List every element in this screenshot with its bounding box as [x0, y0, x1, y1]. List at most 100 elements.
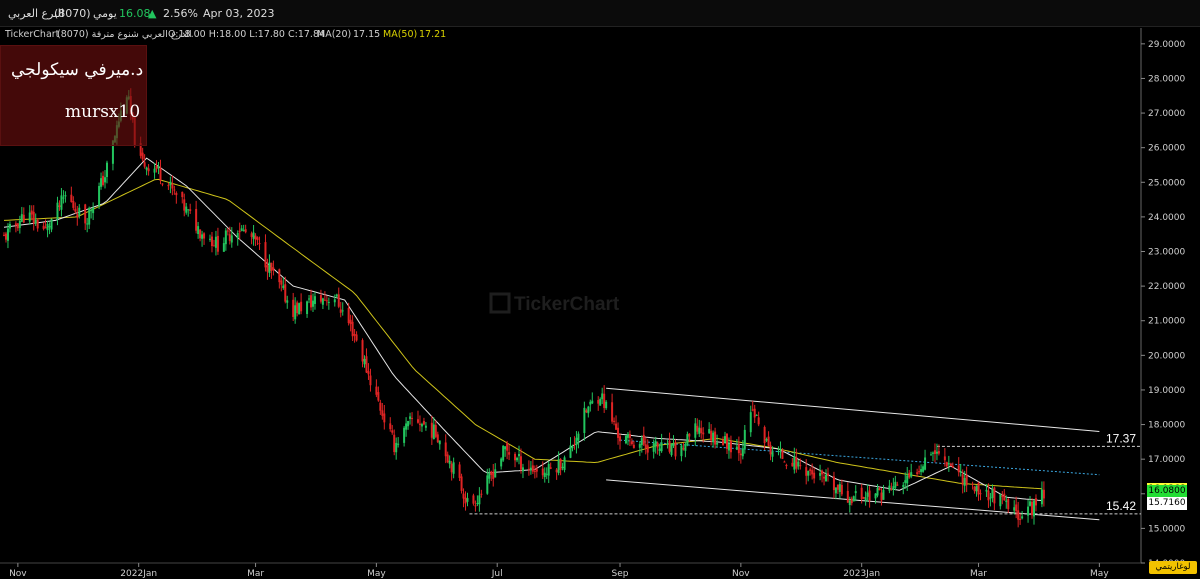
candle-body — [434, 425, 437, 437]
candle-body — [458, 464, 461, 478]
candle-body — [474, 505, 477, 507]
candle-body — [72, 200, 75, 208]
candle-body — [363, 358, 366, 365]
candle-body — [811, 470, 814, 475]
candle-body — [1003, 493, 1006, 501]
candle-body — [1033, 500, 1035, 517]
candle-body — [88, 207, 91, 225]
candle-body — [1013, 507, 1016, 511]
candle-body — [573, 444, 576, 446]
candle-body — [712, 432, 715, 442]
candle-body — [739, 453, 742, 456]
x-tick-label: Mar — [247, 569, 264, 579]
candle-body — [46, 223, 49, 231]
candle-body — [688, 433, 691, 437]
candle-body — [615, 423, 618, 430]
candle-body — [838, 484, 841, 492]
candle-body — [559, 458, 562, 470]
candle-body — [654, 441, 657, 446]
candle-body — [321, 298, 324, 305]
candle-body — [349, 319, 352, 325]
candle-body — [74, 208, 77, 212]
candle-body — [367, 371, 370, 375]
candle-body — [381, 410, 384, 416]
candle-body — [312, 300, 314, 307]
candle-body — [668, 440, 671, 452]
x-tick-label: 2023Jan — [843, 569, 880, 579]
candle-body — [416, 419, 419, 423]
candle-body — [397, 443, 400, 445]
candle-body — [700, 428, 703, 434]
candle-body — [365, 356, 368, 373]
candle-body — [6, 228, 9, 241]
candle-body — [888, 485, 891, 491]
candle-body — [1027, 506, 1030, 516]
candle-body — [230, 235, 233, 243]
candle-body — [519, 456, 522, 470]
candle-body — [896, 484, 899, 486]
candle-body — [767, 436, 770, 446]
candle-body — [624, 435, 627, 444]
candle-body — [250, 233, 253, 237]
candle-body — [589, 401, 592, 405]
candle-body — [284, 284, 287, 302]
candle-body — [791, 462, 794, 467]
candle-body — [947, 463, 950, 465]
y-tick-label: 17.0000 — [1148, 455, 1185, 465]
candle-body — [242, 230, 245, 232]
candle-body — [741, 448, 744, 457]
candle-body — [846, 490, 849, 503]
candle-body — [355, 334, 358, 341]
candle-body — [171, 183, 174, 189]
candle-body — [1005, 500, 1008, 503]
candle-body — [809, 469, 812, 472]
candle-body — [686, 434, 689, 446]
candle-body — [781, 450, 784, 459]
author-name: د.ميرفي سيكولجي — [11, 60, 144, 80]
candle-body — [727, 443, 730, 451]
candle-body — [44, 227, 47, 229]
candle-body — [646, 445, 649, 453]
candle-body — [347, 307, 350, 324]
candle-body — [500, 458, 503, 467]
candle-body — [448, 460, 451, 464]
candle-body — [86, 223, 89, 225]
candle-body — [452, 462, 455, 474]
price-chart[interactable]: TickerChart 29.0000 28.0000 27.0000 26.0000… — [0, 0, 1200, 579]
log-scale-button[interactable]: لوغاريتمي — [1149, 561, 1197, 574]
candle-body — [825, 474, 828, 482]
x-tick-label: Jul — [491, 569, 503, 579]
candle-body — [56, 202, 59, 220]
candle-body — [785, 464, 788, 467]
candle-body — [949, 463, 952, 467]
candle-body — [918, 471, 921, 473]
axis-price-box: 15.7160 — [1147, 497, 1187, 511]
candle-body — [793, 456, 796, 470]
candle-body — [308, 298, 311, 300]
candle-body — [450, 463, 453, 473]
candle-body — [379, 402, 382, 411]
candle-body — [890, 488, 893, 490]
candle-body — [555, 469, 558, 473]
candle-body — [882, 489, 885, 500]
candle-body — [28, 212, 31, 222]
candle-body — [298, 303, 301, 315]
candle-body — [34, 219, 37, 224]
author-box: د.ميرفي سيكولجي mursx10 — [0, 45, 147, 146]
candle-body — [16, 223, 19, 229]
candle-body — [892, 486, 895, 490]
candle-body — [878, 488, 881, 491]
candle-body — [286, 300, 289, 303]
candle-body — [852, 496, 855, 502]
y-tick-label: 18.0000 — [1148, 421, 1185, 431]
candle-body — [749, 412, 752, 433]
candle-body — [282, 285, 285, 288]
candle-body — [90, 210, 93, 212]
candle-body — [797, 461, 800, 467]
candle-body — [181, 191, 184, 198]
candle-body — [1042, 489, 1045, 499]
candle-body — [424, 425, 427, 428]
candle-body — [904, 480, 907, 483]
candle-body — [216, 235, 219, 252]
candle-body — [531, 465, 534, 472]
